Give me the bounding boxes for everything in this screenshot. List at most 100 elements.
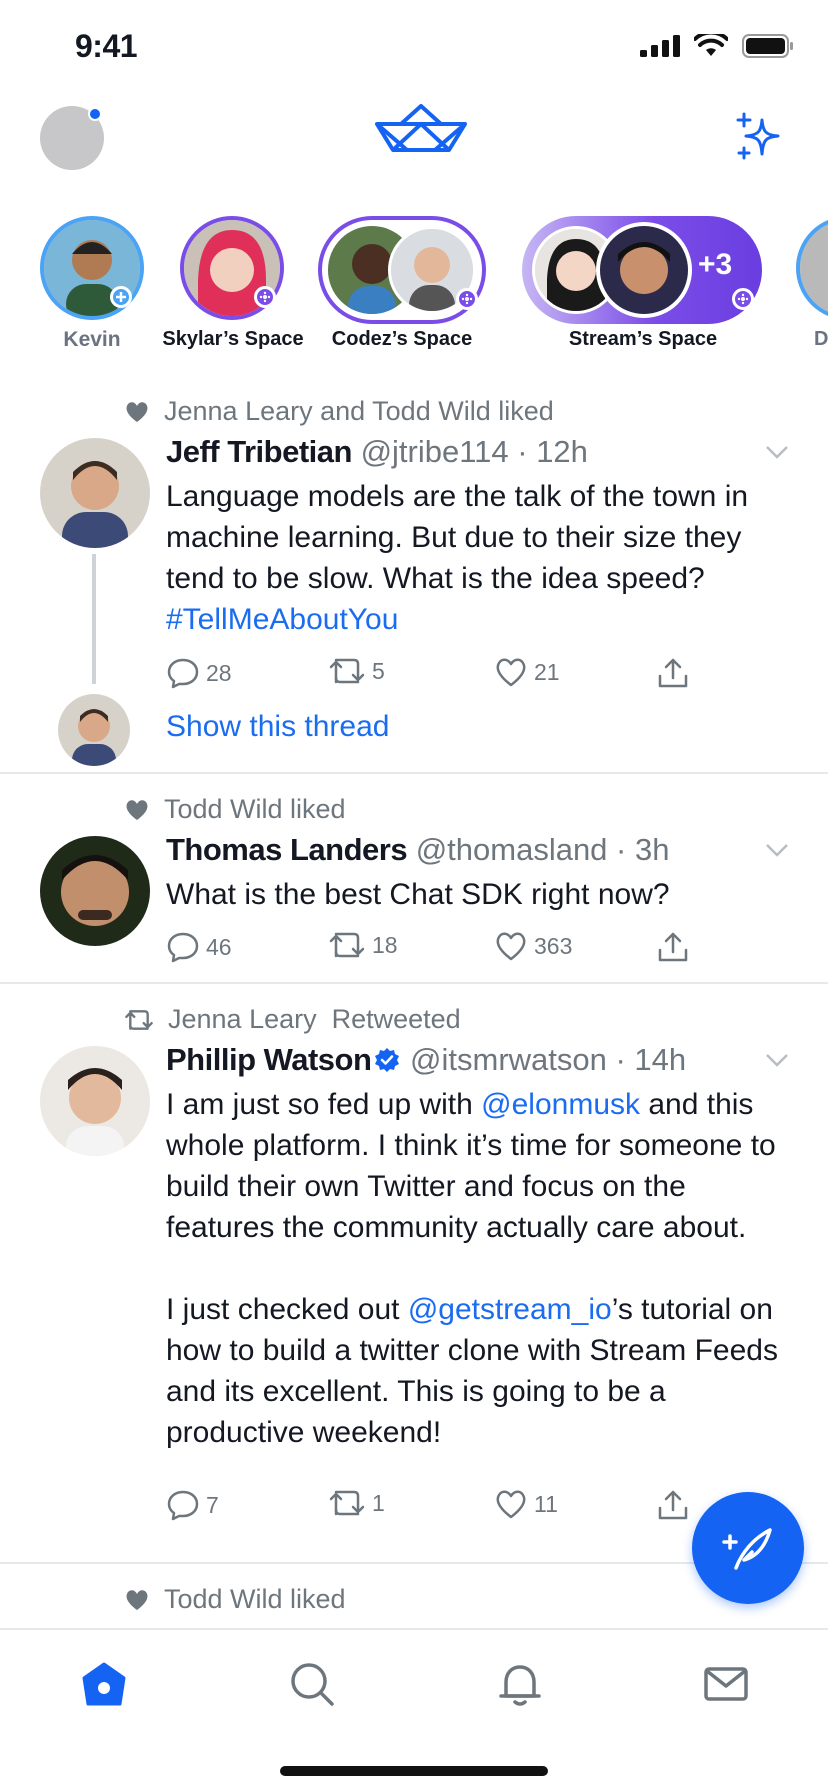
reply-button[interactable]: 7 xyxy=(166,1488,219,1522)
tweet-card[interactable]: Jenna Leary and Todd Wild liked Jeff Tri… xyxy=(0,384,828,774)
tweet-body: Language models are the talk of the town… xyxy=(166,480,749,636)
tweet-actions: 28 5 21 xyxy=(166,656,706,692)
add-icon xyxy=(110,286,132,308)
cellular-signal-icon xyxy=(640,35,680,57)
context-text: Jenna Leary Retweeted xyxy=(168,1004,461,1034)
retweet-icon xyxy=(329,932,365,958)
retweet-button[interactable]: 5 xyxy=(328,656,385,686)
show-thread-link[interactable]: Show this thread xyxy=(166,710,389,744)
space-label: Skylar’s Space xyxy=(162,328,304,350)
reply-button[interactable]: 28 xyxy=(166,656,232,690)
compose-feather-icon xyxy=(722,1528,772,1570)
retweet-icon xyxy=(329,658,365,684)
space-partial[interactable]: D xyxy=(796,216,828,350)
avatar[interactable] xyxy=(40,1046,150,1156)
share-icon xyxy=(658,1490,688,1520)
space-audio-icon xyxy=(254,286,276,308)
app-header xyxy=(0,96,828,216)
messages-mail-icon[interactable] xyxy=(702,1660,750,1708)
tweet-context: Todd Wild liked xyxy=(124,1584,346,1615)
like-button[interactable]: 21 xyxy=(494,656,560,688)
status-bar: 9:41 xyxy=(0,0,828,96)
context-text: Jenna Leary and Todd Wild liked xyxy=(164,396,554,426)
notifications-bell-icon[interactable] xyxy=(496,1660,544,1708)
share-icon xyxy=(658,932,688,962)
like-button[interactable]: 11 xyxy=(494,1488,558,1520)
tweet-context: Jenna Leary and Todd Wild liked xyxy=(124,396,554,427)
share-button[interactable] xyxy=(656,930,690,964)
tweet-card[interactable]: Jenna Leary Retweeted Phillip Watson @it… xyxy=(0,984,828,1564)
avatar[interactable] xyxy=(40,836,150,946)
comment-icon xyxy=(167,932,199,963)
avatar[interactable] xyxy=(58,694,130,766)
author-name[interactable]: Thomas Landers xyxy=(166,832,408,867)
context-text: Todd Wild liked xyxy=(164,1584,346,1614)
home-indicator xyxy=(280,1766,548,1776)
comment-icon xyxy=(167,658,199,689)
wifi-icon xyxy=(694,34,728,56)
share-icon xyxy=(658,658,688,688)
space-label: Kevin xyxy=(63,328,121,351)
avatar xyxy=(796,216,828,320)
thread-line xyxy=(92,554,96,684)
mention-link[interactable]: @getstream_io xyxy=(408,1293,612,1326)
reply-button[interactable]: 46 xyxy=(166,930,232,964)
share-button[interactable] xyxy=(656,656,690,690)
share-button[interactable] xyxy=(656,1488,690,1522)
retweet-icon xyxy=(329,1490,365,1516)
avatar xyxy=(596,222,692,318)
comment-icon xyxy=(167,1490,199,1521)
boat-logo-icon xyxy=(375,104,467,152)
space-label: Codez’s Space xyxy=(331,328,473,350)
space-kevin[interactable]: Kevin xyxy=(40,216,144,351)
heart-icon xyxy=(496,1490,526,1519)
tweet-header: Thomas Landers @thomasland · 3h xyxy=(166,832,669,868)
tweet-card[interactable]: Todd Wild liked Thomas Landers @thomasla… xyxy=(0,774,828,984)
status-icons xyxy=(640,34,794,58)
author-handle: @thomasland · 3h xyxy=(415,832,670,867)
hashtag-link[interactable]: #TellMeAboutYou xyxy=(166,603,398,636)
tweet-actions: 7 1 11 xyxy=(166,1488,706,1524)
heart-icon xyxy=(496,658,526,687)
tweet-header: Phillip Watson @itsmrwatson · 14h xyxy=(166,1042,686,1078)
chevron-down-icon[interactable] xyxy=(764,1052,790,1068)
timeline-feed: Jenna Leary and Todd Wild liked Jeff Tri… xyxy=(0,384,828,1644)
retweet-button[interactable]: 18 xyxy=(328,930,398,960)
space-label: D xyxy=(814,328,828,350)
space-skylar[interactable]: Skylar’s Space xyxy=(162,216,304,350)
avatar[interactable] xyxy=(40,438,150,548)
heart-icon xyxy=(496,932,526,961)
mention-link[interactable]: @elonmusk xyxy=(481,1088,640,1121)
battery-icon xyxy=(742,34,793,58)
home-icon[interactable] xyxy=(80,1660,128,1708)
heart-filled-icon xyxy=(126,799,148,820)
status-time: 9:41 xyxy=(75,28,138,64)
tweet-header: Jeff Tribetian @jtribe114 · 12h xyxy=(166,434,588,470)
tweet-body: What is the best Chat SDK right now? xyxy=(166,878,670,911)
retweet-button[interactable]: 1 xyxy=(328,1488,385,1518)
space-label: Stream’s Space xyxy=(568,328,718,350)
space-audio-icon xyxy=(732,288,754,310)
tweet-context: Jenna Leary Retweeted xyxy=(124,1004,461,1035)
context-text: Todd Wild liked xyxy=(164,794,346,824)
tweet-actions: 46 18 363 xyxy=(166,930,706,966)
tweet-body: I am just so fed up with @elonmusk and t… xyxy=(166,1088,778,1449)
chevron-down-icon[interactable] xyxy=(764,842,790,858)
spaces-row: Kevin Skylar’s Space Codez’s Space +3 St… xyxy=(0,216,828,364)
author-name[interactable]: Jeff Tribetian xyxy=(166,434,352,469)
retweet-icon xyxy=(125,1009,153,1030)
author-handle: @jtribe114 · 12h xyxy=(360,434,588,469)
author-name[interactable]: Phillip Watson xyxy=(166,1042,372,1077)
notification-dot xyxy=(88,107,102,121)
space-extra-count: +3 xyxy=(698,248,733,281)
search-icon[interactable] xyxy=(288,1660,336,1708)
tweet-context: Todd Wild liked xyxy=(124,794,346,825)
like-button[interactable]: 363 xyxy=(494,930,572,962)
chevron-down-icon[interactable] xyxy=(764,444,790,460)
sparkle-icon[interactable] xyxy=(734,112,784,162)
heart-filled-icon xyxy=(126,1589,148,1610)
verified-badge-icon xyxy=(375,1048,400,1072)
heart-filled-icon xyxy=(126,401,148,422)
space-audio-icon xyxy=(456,288,478,310)
compose-tweet-button[interactable] xyxy=(692,1492,804,1604)
